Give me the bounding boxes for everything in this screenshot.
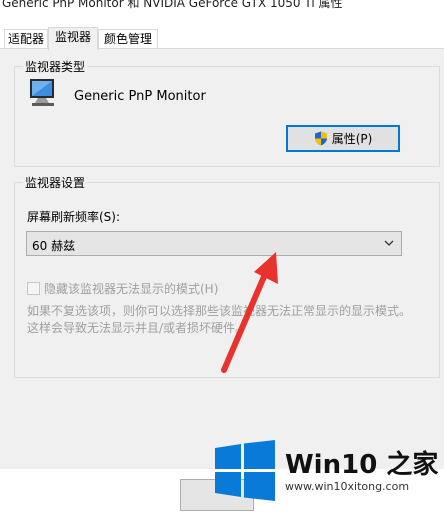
window-titlebar: Generic PnP Monitor 和 NVIDIA GeForce GTX… (0, 0, 446, 14)
properties-button-label: 属性(P) (331, 132, 373, 146)
tab-color-management[interactable]: 颜色管理 (98, 29, 158, 49)
annotation-arrow (221, 252, 278, 373)
monitor-type-group-label: 监视器类型 (23, 58, 88, 75)
tab-bar: 适配器 监视器 颜色管理 (0, 27, 446, 50)
monitor-name: Generic PnP Monitor (74, 89, 206, 104)
monitor-settings-group-label: 监视器设置 (23, 174, 88, 191)
hide-modes-checkbox[interactable] (27, 282, 40, 295)
properties-button[interactable]: 属性(P) (286, 125, 400, 152)
tab-monitor[interactable]: 监视器 (48, 27, 98, 50)
hide-modes-label: 隐藏该监视器无法显示的模式(H) (44, 282, 219, 296)
chevron-down-icon (384, 240, 394, 246)
tab-adapter[interactable]: 适配器 (4, 29, 48, 49)
watermark: Win10 之家 www.win10xitong.com (213, 440, 443, 502)
refresh-rate-label: 屏幕刷新频率(S): (27, 210, 121, 224)
refresh-rate-value: 60 赫兹 (32, 239, 76, 253)
hide-modes-row: 隐藏该监视器无法显示的模式(H) (27, 280, 218, 297)
watermark-url: www.win10xitong.com (285, 480, 410, 493)
monitor-icon (30, 79, 54, 106)
window-title: Generic PnP Monitor 和 NVIDIA GeForce GTX… (2, 0, 343, 10)
windows-logo-icon (215, 440, 275, 501)
watermark-brand: Win10 之家 (285, 450, 439, 480)
uac-shield-icon (314, 131, 327, 146)
